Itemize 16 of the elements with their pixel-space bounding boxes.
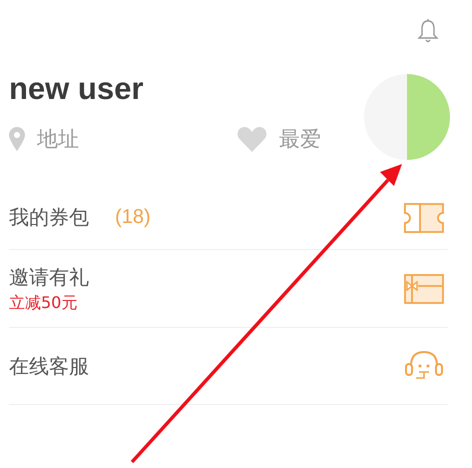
- heart-icon[interactable]: [237, 126, 267, 152]
- avatar-drawing[interactable]: [362, 72, 452, 162]
- menu-label: 在线客服: [9, 352, 89, 380]
- promo-note: 立减50元: [9, 292, 78, 314]
- menu-item[interactable]: 我的券包 (18): [9, 186, 448, 250]
- menu-item[interactable]: 邀请有礼 立减50元: [9, 250, 448, 328]
- coupon-count: (18): [115, 206, 151, 229]
- gift-icon: [404, 274, 444, 304]
- menu-label: 邀请有礼: [9, 264, 89, 290]
- user-name: new user: [9, 71, 144, 107]
- notification-icon[interactable]: [416, 18, 440, 44]
- headset-icon: [404, 350, 444, 382]
- ticket-icon: [404, 202, 444, 232]
- location-pin-icon[interactable]: [9, 127, 25, 151]
- menu-label: 我的券包: [9, 204, 89, 231]
- menu-item[interactable]: 在线客服: [9, 328, 448, 405]
